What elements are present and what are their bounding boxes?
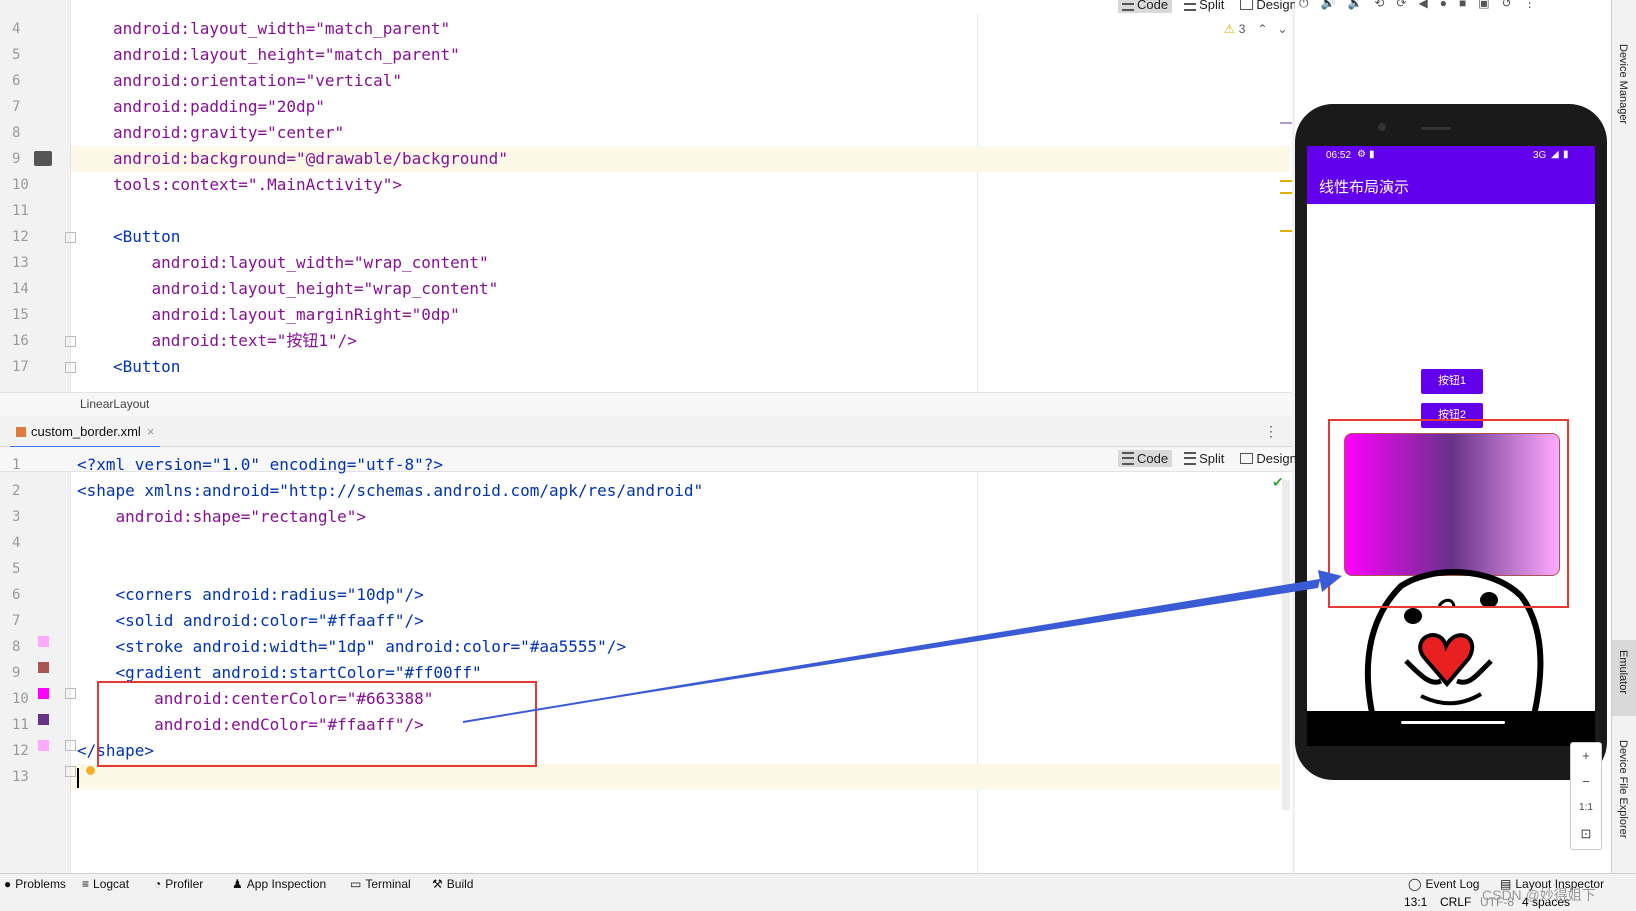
device-file-explorer-label: Device File Explorer	[1617, 740, 1629, 839]
emulator-label: Emulator	[1617, 650, 1629, 695]
logcat-label: Logcat	[93, 877, 130, 891]
device-file-explorer-tab[interactable]: Device File Explorer	[1617, 740, 1629, 838]
app-inspection-tab[interactable]: ♟ App Inspection	[232, 877, 326, 891]
app-inspection-label: App Inspection	[246, 877, 327, 891]
profiler-icon: ◔	[154, 877, 162, 891]
logcat-icon: ≡	[82, 877, 90, 891]
build-icon: ⚒	[432, 877, 443, 891]
problems-tab[interactable]: ● Problems	[4, 877, 66, 891]
event-log-icon: ◯	[1408, 877, 1422, 891]
arrow-head	[1318, 570, 1342, 592]
emulator-tab[interactable]: Emulator	[1617, 650, 1629, 694]
problems-label: Problems	[15, 877, 66, 891]
problems-icon: ●	[4, 877, 12, 891]
right-rail: Device Manager Emulator Device File Expl…	[1611, 0, 1636, 873]
build-label: Build	[446, 877, 474, 891]
watermark: CSDN @妙得姐下	[1482, 887, 1596, 903]
logcat-tab[interactable]: ≡ Logcat	[82, 877, 129, 891]
device-manager-label: Device Manager	[1617, 44, 1629, 125]
status-bar: 13:1 CRLF UTF-8 4 spaces CSDN @妙得姐下	[0, 887, 1636, 911]
inspection-icon: ♟	[232, 877, 243, 891]
caret-position[interactable]: 13:1	[1404, 895, 1427, 909]
event-log-tab[interactable]: ◯ Event Log	[1408, 877, 1479, 891]
tool-window-bar: ● Problems ≡ Logcat ◔ Profiler ♟ App Inspect…	[0, 873, 1636, 894]
terminal-icon: ▭	[350, 877, 362, 891]
annotation-arrow	[462, 570, 1342, 723]
line-separator[interactable]: CRLF	[1440, 895, 1471, 909]
arrow-thin-segment	[462, 579, 1321, 723]
event-log-label: Event Log	[1425, 877, 1480, 891]
build-tab[interactable]: ⚒ Build	[432, 877, 473, 891]
profiler-label: Profiler	[165, 877, 204, 891]
terminal-tab[interactable]: ▭ Terminal	[350, 877, 411, 891]
device-manager-tab[interactable]: Device Manager	[1617, 44, 1629, 124]
terminal-label: Terminal	[365, 877, 411, 891]
profiler-tab[interactable]: ◔ Profiler	[154, 877, 203, 891]
